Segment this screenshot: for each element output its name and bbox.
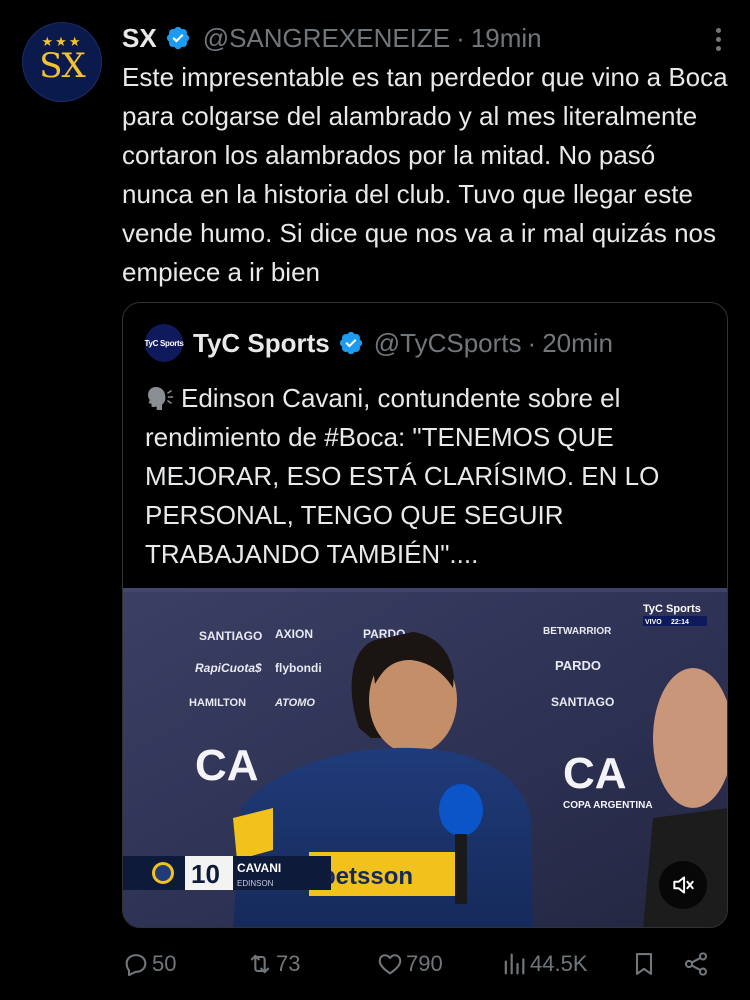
bookmark-icon[interactable]	[630, 950, 660, 978]
verified-badge-icon	[338, 330, 364, 356]
more-options-icon[interactable]	[706, 24, 730, 54]
avatar-monogram: SX	[39, 46, 85, 86]
repost-icon	[250, 954, 270, 974]
author-avatar[interactable]: ★★★ SX	[22, 22, 102, 102]
backdrop-sponsor: flybondi	[275, 661, 322, 675]
verified-badge-icon	[165, 25, 191, 51]
views-icon	[504, 953, 525, 975]
repost-button[interactable]: 73	[246, 950, 300, 978]
like-count: 790	[406, 951, 443, 976]
backdrop-sponsor: AXION	[275, 627, 313, 641]
share-icon[interactable]	[682, 950, 712, 978]
mute-icon[interactable]	[659, 861, 707, 909]
backdrop-sponsor: HAMILTON	[189, 697, 246, 709]
like-button[interactable]: 790	[376, 950, 443, 978]
views-button[interactable]: 44.5K	[500, 950, 588, 978]
vivo-label: VIVO	[645, 619, 662, 626]
broadcast-clock: 22:14	[671, 619, 689, 626]
author-handle[interactable]: @SANGREXENEIZE	[203, 23, 450, 54]
reply-count: 50	[152, 951, 177, 976]
backdrop-sponsor: BETWARRIOR	[543, 626, 612, 637]
backdrop-sponsor: ATOMO	[274, 697, 315, 709]
cup-logo: CA	[195, 741, 259, 790]
reply-button[interactable]: 50	[122, 950, 176, 978]
video-frame: SANTIAGO AXION PARDO BETWARRIOR HAMILTON…	[123, 588, 727, 927]
player-number: 10	[191, 859, 220, 889]
reply-icon	[125, 954, 147, 977]
quote-video[interactable]: SANTIAGO AXION PARDO BETWARRIOR HAMILTON…	[123, 588, 727, 927]
backdrop-sponsor: SANTIAGO	[199, 629, 262, 643]
quote-separator: ·	[527, 327, 537, 358]
header-separator: ·	[456, 22, 465, 53]
repost-count: 73	[276, 951, 301, 976]
quote-author-name[interactable]: TyC Sports	[193, 328, 330, 359]
broadcaster-name: TyC Sports	[643, 603, 701, 615]
cup-name: COPA ARGENTINA	[563, 800, 653, 811]
author-name[interactable]: SX	[122, 23, 157, 54]
quote-header: TyC Sports TyC Sports @TyCSports · 20min	[144, 323, 613, 363]
quote-avatar-label: TyC Sports	[144, 338, 184, 348]
quote-text-block: Edinson Cavani, contundente sobre el ren…	[145, 379, 715, 574]
like-icon	[378, 954, 402, 975]
shirt-sponsor: betsson	[321, 863, 413, 890]
quote-avatar[interactable]: TyC Sports	[144, 324, 184, 362]
broadcaster-bug: TyC Sports VIVO 22:14	[643, 603, 707, 626]
lower-third: 10 CAVANI EDINSON	[123, 856, 331, 890]
views-count: 44.5K	[530, 951, 588, 976]
speaking-head-icon	[145, 384, 175, 412]
post-header: SX @SANGREXENEIZE · 19min	[122, 20, 730, 56]
quote-time[interactable]: 20min	[542, 328, 613, 359]
quote-handle[interactable]: @TyCSports	[374, 328, 522, 359]
cup-logo: CA	[563, 749, 627, 798]
post-text: Este impresentable es tan perdedor que v…	[122, 62, 728, 287]
backdrop-sponsor: RapiCuota$	[195, 661, 262, 675]
player-first-name: EDINSON	[237, 879, 274, 888]
quoted-post[interactable]: TyC Sports TyC Sports @TyCSports · 20min…	[122, 302, 728, 928]
action-bar: 50 73 790 44.5K	[122, 944, 722, 984]
player-surname: CAVANI	[237, 861, 281, 875]
backdrop-sponsor: PARDO	[555, 658, 601, 673]
quote-text: Edinson Cavani, contundente sobre el ren…	[145, 383, 660, 569]
backdrop-sponsor: SANTIAGO	[551, 695, 614, 709]
post-time[interactable]: 19min	[471, 23, 542, 54]
